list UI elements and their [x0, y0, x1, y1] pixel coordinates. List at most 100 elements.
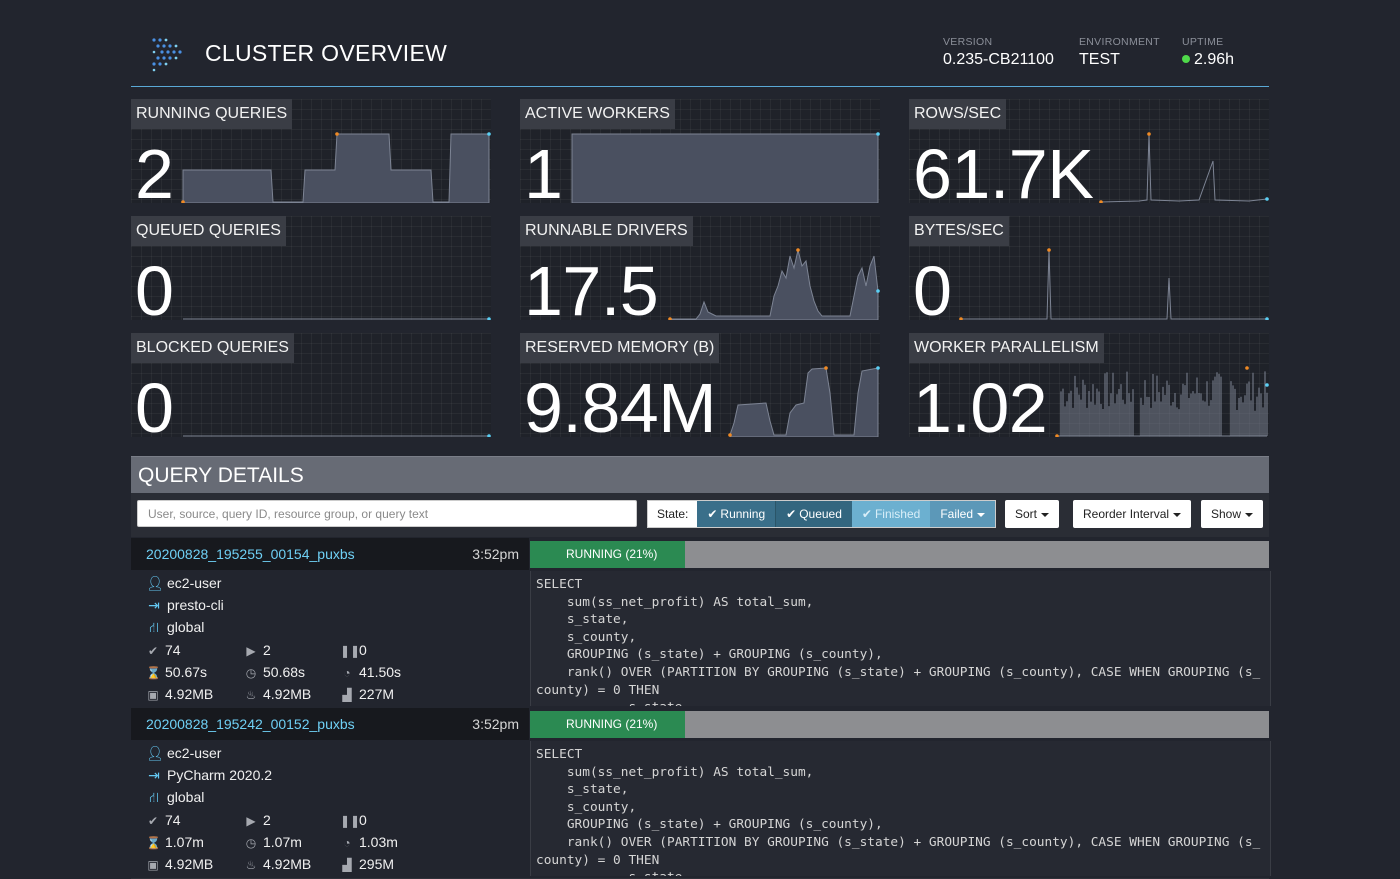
query-user: 👤︎ ec2-user — [146, 575, 221, 592]
query-details-header: QUERY DETAILS — [131, 456, 1269, 494]
query-progress-bar[interactable]: RUNNING (21%) — [530, 711, 1269, 738]
environment-value: TEST — [1079, 51, 1120, 68]
query-row-header: 20200828_195255_00154_puxbs 3:52pm — [131, 538, 529, 570]
play-icon: ▶ — [246, 814, 256, 828]
cpu-time: ◔ 41.50s — [340, 664, 401, 680]
peak-memory: ♨ 4.92MB — [244, 856, 312, 872]
peak-memory: ♨ 4.92MB — [244, 686, 312, 702]
query-user-value: ec2-user — [167, 745, 222, 761]
tile-value: 1 — [524, 135, 563, 213]
dashboard-icon: ◔ — [343, 666, 351, 680]
road-icon: ⛙ — [149, 789, 159, 805]
completed-splits-value: 74 — [165, 642, 181, 658]
tile-value: 9.84M — [524, 369, 717, 447]
queued-splits: ❚❚0 — [340, 812, 367, 828]
signal-icon: ▟ — [342, 858, 352, 872]
hourglass-icon: ⌛ — [146, 666, 161, 680]
input-rows: ▟ 227M — [340, 686, 394, 702]
query-search-input[interactable] — [137, 500, 637, 527]
wall-time-value: 50.67s — [165, 664, 208, 680]
query-source: ⇥ presto-cli — [146, 597, 224, 614]
tile-label: WORKER PARALLELISM — [909, 333, 1104, 363]
presto-logo-icon — [152, 38, 182, 72]
tile-reserved-memory: RESERVED MEMORY (B) 9.84M — [520, 333, 880, 443]
fire-icon: ♨ — [245, 858, 257, 872]
hdd-icon: ▣ — [147, 858, 159, 872]
current-memory-value: 4.92MB — [165, 856, 214, 872]
completed-splits-value: 74 — [165, 812, 181, 828]
elapsed-time: ◷ 50.68s — [244, 664, 305, 680]
clock-icon: ◷ — [245, 836, 257, 850]
query-progress-text: RUNNING (21%) — [566, 717, 658, 731]
query-resource-group: ⛙ global — [146, 789, 204, 808]
uptime-label: UPTIME — [1182, 36, 1224, 48]
version-block: VERSION 0.235-CB21100 — [943, 36, 1054, 69]
play-icon: ▶ — [246, 644, 256, 658]
tile-value: 0 — [135, 369, 174, 447]
tile-bytes-per-sec: BYTES/SEC 0 — [909, 216, 1269, 326]
completed-splits: ✔ 74 — [146, 812, 181, 828]
tile-value: 1.02 — [913, 369, 1048, 447]
tile-worker-parallelism: WORKER PARALLELISM 1.02 — [909, 333, 1269, 443]
user-icon: 👤︎ — [146, 575, 164, 591]
query-sql-text: SELECT sum(ss_net_profit) AS total_sum, … — [536, 577, 1261, 706]
query-sql-snippet[interactable]: SELECT sum(ss_net_profit) AS total_sum, … — [530, 571, 1271, 706]
sort-dropdown[interactable]: Sort — [1005, 500, 1060, 528]
chevron-down-icon — [977, 512, 985, 517]
queued-splits-value: 0 — [359, 812, 367, 828]
state-finished-toggle[interactable]: ✔ Finished — [851, 501, 931, 527]
peak-memory-value: 4.92MB — [263, 686, 312, 702]
cpu-time-value: 1.03m — [359, 834, 398, 850]
chevron-down-icon — [1173, 512, 1182, 517]
tile-label: RESERVED MEMORY (B) — [520, 333, 720, 363]
query-progress-bar[interactable]: RUNNING (21%) — [530, 541, 1269, 568]
query-id-link[interactable]: 20200828_195242_00152_puxbs — [146, 716, 355, 732]
hdd-icon: ▣ — [147, 688, 159, 702]
reorder-interval-dropdown[interactable]: Reorder Interval — [1073, 500, 1192, 528]
query-progress-text: RUNNING (21%) — [566, 547, 658, 561]
tile-active-workers: ACTIVE WORKERS 1 — [520, 99, 880, 209]
query-time: 3:52pm — [472, 546, 519, 562]
uptime-status-dot — [1182, 54, 1190, 63]
tile-value: 0 — [913, 252, 952, 330]
elapsed-time: ◷ 1.07m — [244, 834, 302, 850]
query-id-link[interactable]: 20200828_195255_00154_puxbs — [146, 546, 355, 562]
tile-blocked-queries: BLOCKED QUERIES 0 — [131, 333, 491, 443]
input-rows-value: 227M — [359, 686, 395, 702]
page-header: CLUSTER OVERVIEW VERSION 0.235-CB21100 E… — [131, 28, 1269, 87]
wall-time: ⌛ 1.07m — [146, 834, 204, 850]
running-splits: ▶ 2 — [244, 642, 270, 658]
pause-icon: ❚❚ — [340, 814, 361, 828]
state-running-toggle[interactable]: ✔ Running — [697, 501, 776, 527]
state-filter-group: State: ✔ Running ✔ Queued ✔ Finished Failed — [647, 500, 996, 528]
tile-value: 17.5 — [524, 252, 659, 330]
state-running-label: Running — [720, 507, 766, 521]
tile-value: 2 — [135, 135, 174, 213]
query-sql-snippet[interactable]: SELECT sum(ss_net_profit) AS total_sum, … — [530, 741, 1271, 876]
query-resource-group-value: global — [167, 789, 205, 805]
user-icon: 👤︎ — [146, 745, 164, 761]
query-details-title: QUERY DETAILS — [138, 464, 304, 487]
query-resource-group-value: global — [167, 619, 205, 635]
tile-label: BYTES/SEC — [909, 216, 1009, 246]
state-failed-dropdown[interactable]: Failed — [930, 501, 995, 527]
query-source-value: PyCharm 2020.2 — [167, 767, 273, 783]
tile-value: 0 — [135, 252, 174, 330]
show-dropdown[interactable]: Show — [1201, 500, 1264, 528]
query-resource-group: ⛙ global — [146, 619, 204, 638]
state-queued-toggle[interactable]: ✔ Queued — [775, 501, 852, 527]
elapsed-time-value: 50.68s — [263, 664, 306, 680]
tile-running-queries: RUNNING QUERIES 2 — [131, 99, 491, 209]
version-value: 0.235-CB21100 — [943, 51, 1054, 68]
chevron-down-icon — [1041, 512, 1050, 517]
tile-rows-per-sec: ROWS/SEC 61.7K — [909, 99, 1269, 209]
login-icon: ⇥ — [148, 767, 160, 783]
tile-label: BLOCKED QUERIES — [131, 333, 294, 363]
state-finished-label: Finished — [874, 507, 921, 521]
check-icon: ✔ — [147, 814, 159, 828]
clock-icon: ◷ — [245, 666, 257, 680]
check-icon: ✔ — [786, 507, 797, 521]
query-source: ⇥ PyCharm 2020.2 — [146, 767, 272, 784]
uptime-value: 2.96h — [1194, 51, 1235, 68]
elapsed-time-value: 1.07m — [263, 834, 302, 850]
